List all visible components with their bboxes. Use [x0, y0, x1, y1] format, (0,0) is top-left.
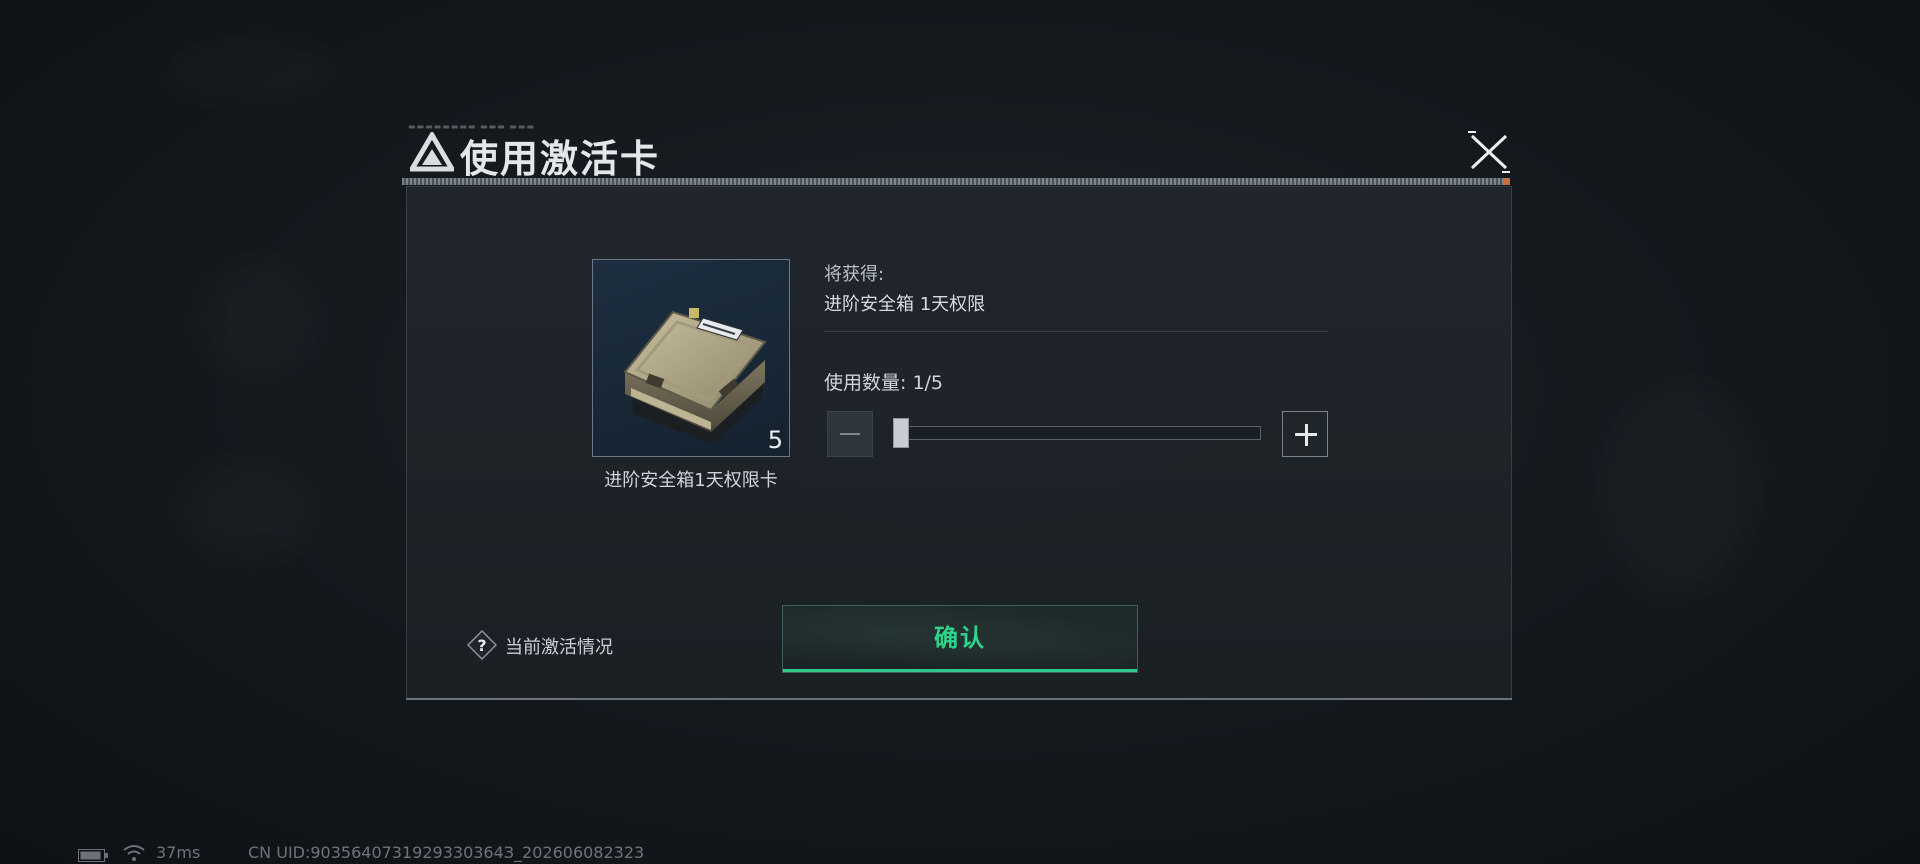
close-icon[interactable] — [1462, 128, 1516, 176]
item-card[interactable]: 5 — [592, 259, 790, 457]
svg-text:?: ? — [477, 636, 486, 655]
quantity-label: 使用数量: 1/5 — [824, 372, 944, 394]
plus-icon-vertical — [1304, 423, 1308, 446]
battery-icon — [78, 849, 108, 862]
background-blob — [160, 40, 340, 100]
title-divider-accent — [1504, 178, 1510, 185]
confirm-underline — [783, 669, 1137, 672]
secure-case-icon — [623, 308, 767, 442]
quantity-slider[interactable] — [893, 426, 1261, 440]
dialog-title-bar: ▬▬▬▬▬▬▬▬ ▬▬▬ ▬▬▬ 使用激活卡 — [402, 122, 1510, 186]
dialog-title: 使用激活卡 — [460, 137, 661, 181]
background-blob — [1600, 380, 1760, 600]
item-name: 进阶安全箱1天权限卡 — [604, 470, 778, 491]
confirm-label: 确认 — [934, 624, 986, 652]
user-uid: CN UID:9035640731929330364З_202606082323 — [248, 843, 645, 862]
increase-button[interactable] — [1282, 411, 1328, 457]
confirm-button[interactable]: 确认 — [782, 605, 1138, 673]
reward-label: 将获得: — [824, 264, 885, 285]
question-icon[interactable]: ? — [467, 630, 497, 660]
activation-status-link[interactable]: 当前激活情况 — [505, 633, 613, 659]
minus-icon — [840, 433, 860, 435]
title-divider — [402, 178, 1510, 185]
triangle-logo-icon — [410, 132, 454, 172]
slider-thumb[interactable] — [893, 418, 909, 448]
panel-bottom-border — [406, 698, 1512, 700]
item-count: 5 — [767, 426, 783, 454]
ping-value: 37ms — [156, 843, 201, 862]
background-blob — [200, 260, 320, 380]
wifi-icon — [123, 845, 145, 861]
decrease-button[interactable] — [827, 411, 873, 457]
reward-value: 进阶安全箱 1天权限 — [824, 294, 986, 315]
section-divider — [824, 331, 1328, 332]
background-blob — [180, 460, 320, 560]
